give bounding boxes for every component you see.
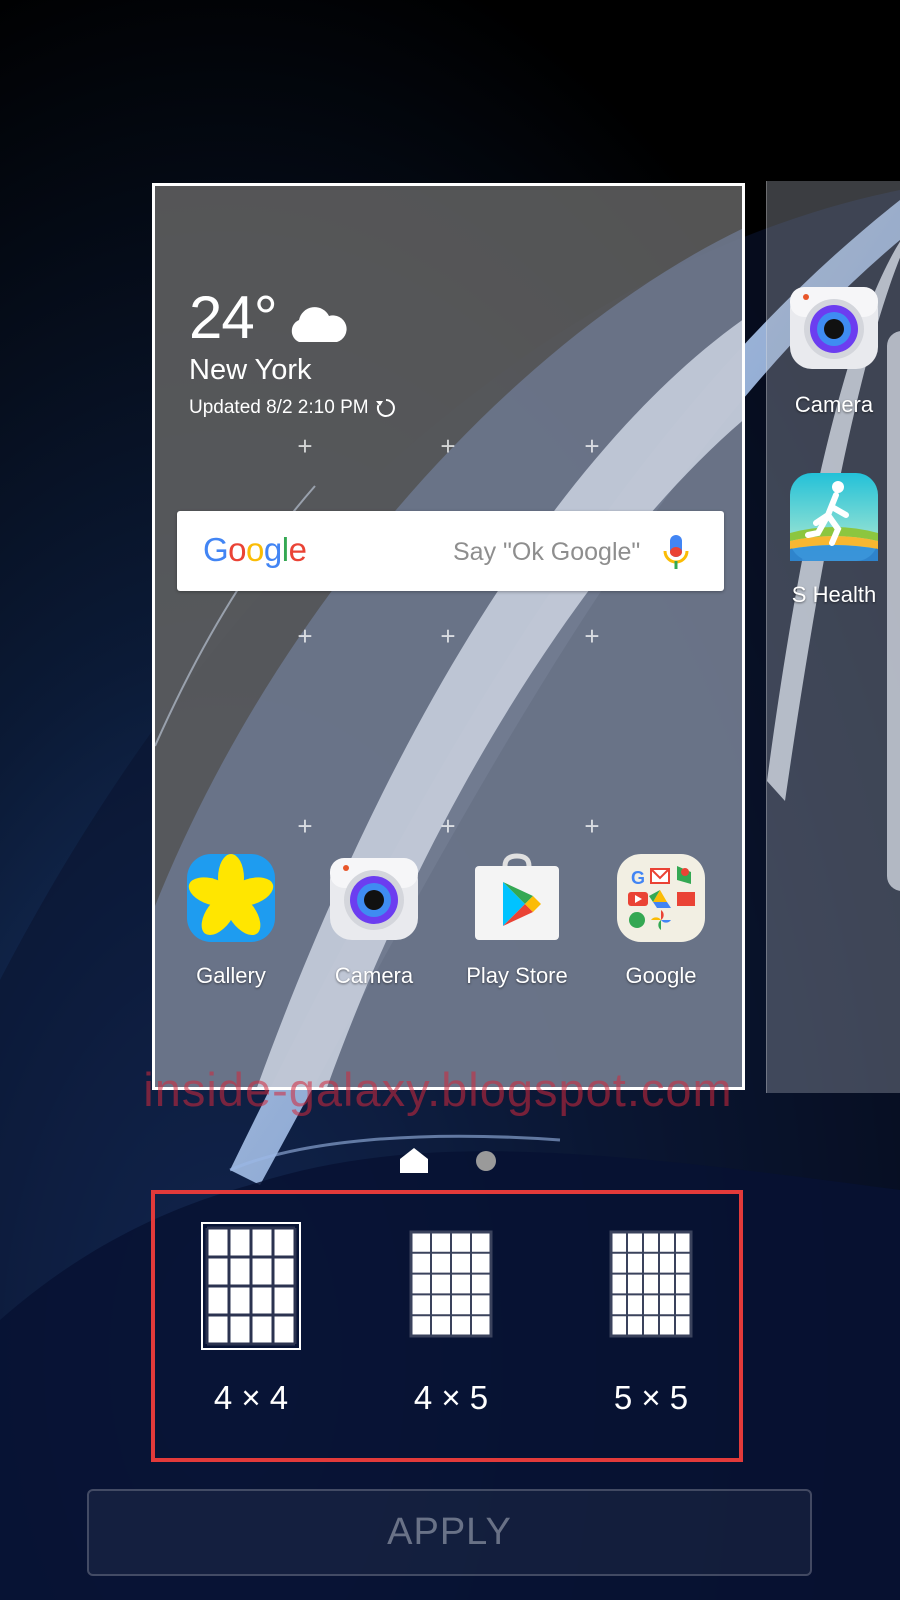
camera-icon <box>330 858 418 940</box>
grid-4x4-icon <box>201 1222 301 1350</box>
empty-slot-plus[interactable]: + <box>582 623 602 649</box>
app-label: Gallery <box>196 963 266 988</box>
empty-slot-plus[interactable]: + <box>295 623 315 649</box>
weather-updated-row: Updated 8/2 2:10 PM <box>189 397 397 419</box>
empty-slot-plus[interactable]: + <box>295 433 315 459</box>
app-label: Play Store <box>466 963 568 988</box>
home-screen-preview[interactable]: 24° New York Updated 8/2 2:10 PM + + + +… <box>152 183 745 1090</box>
next-page-app-s-health[interactable]: S Health <box>769 471 899 608</box>
weather-updated-text: Updated 8/2 2:10 PM <box>189 397 369 418</box>
watermark: inside-galaxy.blogspot.com <box>143 1063 733 1116</box>
s-health-icon <box>790 473 878 561</box>
empty-slot-plus[interactable]: + <box>295 813 315 839</box>
app-label: Camera <box>794 392 874 417</box>
page-indicators <box>400 1148 496 1173</box>
empty-slot-plus[interactable]: + <box>582 813 602 839</box>
app-play-store[interactable]: Play Store <box>457 852 577 989</box>
grid-size-panel: 4 × 4 4 × 5 5 × 5 <box>151 1190 743 1462</box>
next-page-preview[interactable]: Camera S Health <box>766 181 900 1093</box>
apply-button[interactable]: APPLY <box>87 1489 812 1576</box>
page-dot-icon[interactable] <box>476 1151 496 1171</box>
empty-slot-plus[interactable]: + <box>582 433 602 459</box>
gallery-icon <box>187 854 275 942</box>
temperature: 24° <box>189 284 278 351</box>
app-label: Camera <box>334 963 414 988</box>
grid-option-4x5[interactable]: 4 × 5 <box>381 1222 521 1417</box>
grid-option-label: 5 × 5 <box>613 1379 689 1416</box>
home-indicator-icon[interactable] <box>400 1148 428 1173</box>
grid-4x5-icon <box>409 1230 493 1338</box>
search-hint: Say "Ok Google" <box>453 538 641 566</box>
weather-city: New York <box>189 354 312 386</box>
grid-5x5-icon <box>609 1230 693 1338</box>
grid-option-label: 4 × 5 <box>413 1379 489 1416</box>
empty-slot-plus[interactable]: + <box>438 433 458 459</box>
grid-option-4x4[interactable]: 4 × 4 <box>181 1222 321 1417</box>
google-logo: Google <box>203 531 307 568</box>
camera-icon <box>790 287 878 369</box>
google-search-bar[interactable]: Google Say "Ok Google" <box>177 511 724 591</box>
app-camera[interactable]: Camera <box>314 852 434 989</box>
grid-option-5x5[interactable]: 5 × 5 <box>581 1222 721 1417</box>
cloud-icon <box>291 307 347 342</box>
google-folder-icon: G <box>617 854 705 942</box>
svg-text:G: G <box>631 868 645 888</box>
app-gallery[interactable]: Gallery <box>171 852 291 989</box>
next-page-app-camera[interactable]: Camera <box>769 281 899 418</box>
app-label: S Health <box>791 582 877 607</box>
empty-slot-plus[interactable]: + <box>438 623 458 649</box>
empty-slot-plus[interactable]: + <box>438 813 458 839</box>
play-store-icon <box>475 853 559 940</box>
app-label: Google <box>625 963 697 988</box>
microphone-icon[interactable] <box>661 533 691 573</box>
refresh-icon[interactable] <box>375 397 397 419</box>
app-google-folder[interactable]: G Google <box>601 852 721 989</box>
grid-option-label: 4 × 4 <box>213 1379 289 1416</box>
weather-widget[interactable]: 24° New York Updated 8/2 2:10 PM <box>189 286 397 419</box>
